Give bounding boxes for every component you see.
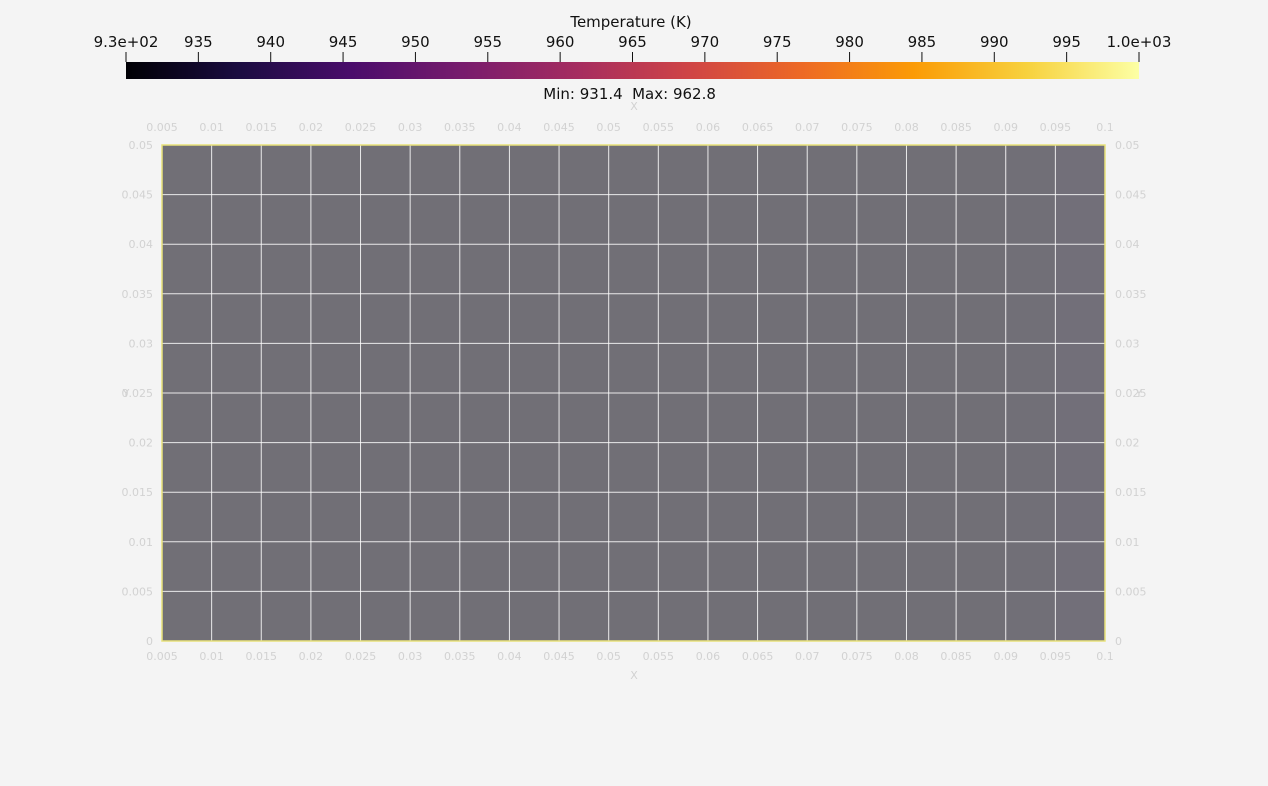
x-axis-top-tick-label: 0.02 bbox=[299, 121, 324, 134]
y-axis-right-tick-label: 0.02 bbox=[1115, 437, 1140, 450]
x-axis-bottom-tick-label: 0.015 bbox=[246, 650, 278, 663]
x-axis-top-tick-label: 0.075 bbox=[841, 121, 873, 134]
x-axis-top-tick-label: 0.07 bbox=[795, 121, 820, 134]
x-axis-top-tick-label: 0.08 bbox=[894, 121, 919, 134]
colorbar-max-label: Max: 962.8 bbox=[632, 85, 716, 103]
y-axis-right-tick-label: 0.03 bbox=[1115, 337, 1140, 350]
y-axis-left-tick-label: 0.05 bbox=[129, 139, 154, 152]
x-axis-bottom-tick-label: 0.035 bbox=[444, 650, 476, 663]
x-axis-bottom-tick-label: 0.005 bbox=[146, 650, 178, 663]
colorbar-tick-label: 980 bbox=[835, 33, 864, 51]
colorbar-min-label: Min: 931.4 bbox=[543, 85, 622, 103]
colorbar-tick-label: 990 bbox=[980, 33, 1009, 51]
y-axis-left-tick-label: 0.035 bbox=[122, 288, 154, 301]
x-axis-bottom-tick-label: 0.07 bbox=[795, 650, 820, 663]
x-axis-top-tick-label: 0.01 bbox=[199, 121, 224, 134]
x-axis-top-tick-label: 0.065 bbox=[742, 121, 774, 134]
colorbar-tick-label: 9.3e+02 bbox=[94, 33, 159, 51]
colorbar-tick-label: 1.0e+03 bbox=[1107, 33, 1172, 51]
y-axis-right-tick-label: 0.01 bbox=[1115, 536, 1140, 549]
y-axis-left-tick-label: 0 bbox=[146, 635, 153, 648]
colorbar-tick-label: 975 bbox=[763, 33, 792, 51]
y-axis-right-tick-label: 0.035 bbox=[1115, 288, 1147, 301]
x-axis-top-tick-label: 0.085 bbox=[940, 121, 972, 134]
x-axis-bottom-tick-label: 0.025 bbox=[345, 650, 377, 663]
y-axis-left-tick-label: 0.04 bbox=[129, 238, 154, 251]
colorbar-tick-label: 965 bbox=[618, 33, 647, 51]
x-axis-bottom-tick-label: 0.075 bbox=[841, 650, 873, 663]
y-axis-left-tick-label: 0.005 bbox=[122, 585, 154, 598]
x-axis-bottom-tick-label: 0.045 bbox=[543, 650, 575, 663]
temperature-heatmap-view[interactable]: Temperature (K) 9.3e+02 935 940 945 950 955 96… bbox=[0, 0, 1268, 786]
x-axis-top-tick-label: 0.005 bbox=[146, 121, 178, 134]
x-axis-bottom-tick-label: 0.08 bbox=[894, 650, 919, 663]
colorbar: Temperature (K) 9.3e+02 935 940 945 950 955 96… bbox=[94, 13, 1172, 103]
x-axis-bottom-tick-label: 0.065 bbox=[742, 650, 774, 663]
x-axis-top-tick-label: 0.06 bbox=[696, 121, 721, 134]
x-axis-top-tick-label: 0.04 bbox=[497, 121, 522, 134]
x-axis-bottom-tick-label: 0.095 bbox=[1040, 650, 1072, 663]
x-axis-bottom-tick-label: 0.085 bbox=[940, 650, 972, 663]
y-axis-right-tick-label: 0 bbox=[1115, 635, 1122, 648]
x-axis-top-tick-label: 0.095 bbox=[1040, 121, 1072, 134]
y-axis-right-title: Y bbox=[1135, 387, 1143, 400]
x-axis-top-tick-label: 0.055 bbox=[643, 121, 675, 134]
y-axis-left-title: Y bbox=[122, 387, 130, 400]
x-axis-bottom-title: X bbox=[630, 669, 638, 682]
x-axis-top-tick-label: 0.015 bbox=[246, 121, 278, 134]
y-axis-right-tick-label: 0.05 bbox=[1115, 139, 1140, 152]
x-axis-bottom-tick-label: 0.09 bbox=[993, 650, 1018, 663]
x-axis-bottom-tick-label: 0.1 bbox=[1096, 650, 1114, 663]
colorbar-gradient bbox=[126, 62, 1139, 79]
y-axis-right-tick-label: 0.015 bbox=[1115, 486, 1147, 499]
y-axis-left-tick-label: 0.045 bbox=[122, 189, 154, 202]
x-axis-top-tick-label: 0.09 bbox=[993, 121, 1018, 134]
x-axis-top-tick-label: 0.025 bbox=[345, 121, 377, 134]
colorbar-tick-label: 940 bbox=[256, 33, 285, 51]
colorbar-tick-label: 995 bbox=[1052, 33, 1081, 51]
y-axis-right-tick-label: 0.005 bbox=[1115, 585, 1147, 598]
colorbar-tick-label: 985 bbox=[908, 33, 937, 51]
colorbar-tick-label: 970 bbox=[691, 33, 720, 51]
x-axis-top-tick-label: 0.045 bbox=[543, 121, 575, 134]
colorbar-tick-label: 955 bbox=[473, 33, 502, 51]
colorbar-title: Temperature (K) bbox=[569, 13, 691, 31]
x-axis-top-tick-label: 0.1 bbox=[1096, 121, 1114, 134]
x-axis-bottom-tick-label: 0.05 bbox=[596, 650, 621, 663]
y-axis-left-tick-label: 0.02 bbox=[129, 437, 154, 450]
y-axis-right-tick-label: 0.045 bbox=[1115, 189, 1147, 202]
x-axis-bottom-tick-label: 0.06 bbox=[696, 650, 721, 663]
y-axis-right-tick-label: 0.04 bbox=[1115, 238, 1140, 251]
x-axis-bottom-tick-label: 0.055 bbox=[643, 650, 675, 663]
x-axis-bottom-tick-label: 0.03 bbox=[398, 650, 423, 663]
colorbar-tick-label: 945 bbox=[329, 33, 358, 51]
x-axis-bottom-tick-label: 0.02 bbox=[299, 650, 324, 663]
x-axis-top-title: X bbox=[630, 100, 638, 113]
y-axis-left-tick-label: 0.03 bbox=[129, 337, 154, 350]
x-axis-top-tick-label: 0.03 bbox=[398, 121, 423, 134]
colorbar-tick-label: 935 bbox=[184, 33, 213, 51]
x-axis-top-tick-label: 0.035 bbox=[444, 121, 476, 134]
x-axis-top-tick-label: 0.05 bbox=[596, 121, 621, 134]
y-axis-left-tick-label: 0.015 bbox=[122, 486, 154, 499]
colorbar-tick-label: 960 bbox=[546, 33, 575, 51]
colorbar-tick-label: 950 bbox=[401, 33, 430, 51]
x-axis-bottom-tick-label: 0.01 bbox=[199, 650, 224, 663]
y-axis-left-tick-label: 0.01 bbox=[129, 536, 154, 549]
x-axis-bottom-tick-label: 0.04 bbox=[497, 650, 522, 663]
